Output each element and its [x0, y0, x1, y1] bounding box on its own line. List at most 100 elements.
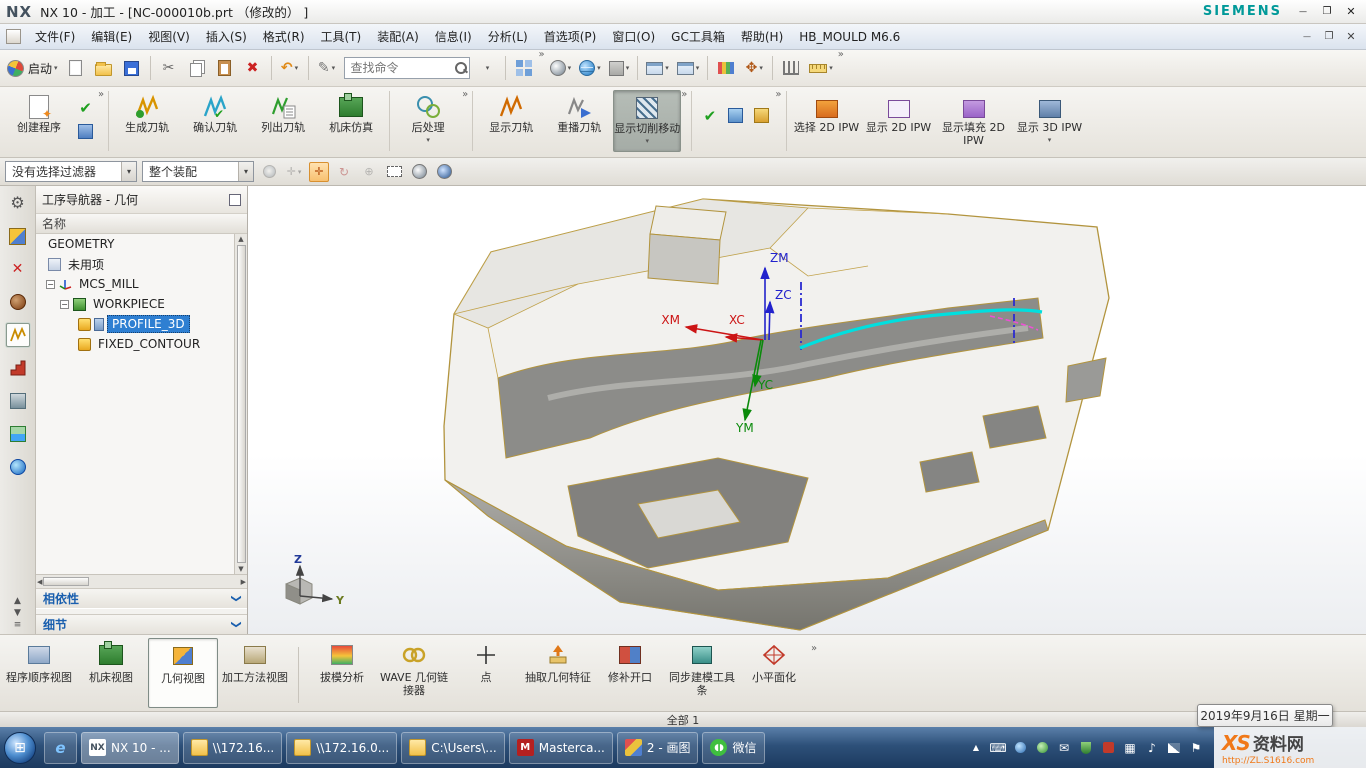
scroll-down-chevron[interactable]: ▼ [14, 608, 21, 618]
point-snap-button[interactable]: ✛ [309, 162, 329, 182]
web-browser-icon[interactable] [6, 455, 30, 479]
tree-row-workpiece[interactable]: WORKPIECE [36, 294, 247, 314]
tree-horizontal-scrollbar[interactable]: ◀ ▶ [36, 574, 247, 588]
assembly-navigator-icon[interactable] [6, 224, 30, 248]
menu-analysis[interactable]: 分析(L) [480, 25, 536, 48]
synchronous-modeling-button[interactable]: 同步建模工具条 [667, 638, 737, 708]
start-menu-button[interactable]: 启动 [4, 54, 61, 82]
scroll-thumb[interactable] [43, 577, 89, 586]
machine-tool-view-button[interactable]: 机床视图 [76, 638, 146, 708]
show-2d-ipw-button[interactable]: 显示 2D IPW [863, 90, 935, 152]
menu-file[interactable]: 文件(F) [27, 25, 83, 48]
move-object-button[interactable]: ✥ [741, 54, 767, 82]
cut-button[interactable]: ✂ [156, 54, 182, 82]
group-overflow[interactable] [681, 90, 687, 100]
doc-minimize-button[interactable] [1300, 30, 1314, 44]
menu-edit[interactable]: 编辑(E) [83, 25, 140, 48]
menu-insert[interactable]: 插入(S) [198, 25, 255, 48]
tray-icon-shield[interactable] [1078, 740, 1094, 756]
collapse-toggle[interactable] [60, 300, 69, 309]
name-column-header[interactable]: 名称 [36, 214, 247, 234]
scroll-up-arrow[interactable]: ▲ [238, 235, 243, 243]
save-button[interactable] [119, 54, 145, 82]
measure-button[interactable] [806, 54, 836, 82]
repeat-command-button[interactable]: ✎ [314, 54, 340, 82]
orient-view-button[interactable] [643, 54, 672, 82]
extract-geometry-button[interactable]: 抽取几何特征 [523, 638, 593, 708]
machine-sim-button[interactable]: 机床仿真 [317, 90, 385, 152]
tree-row-profile-3d[interactable]: PROFILE_3D [36, 314, 247, 334]
scroll-up-chevron[interactable]: ▲ [14, 596, 21, 606]
menu-assemblies[interactable]: 装配(A) [369, 25, 427, 48]
generate-toolpath-button[interactable]: 生成刀轨 [113, 90, 181, 152]
create-program-button[interactable]: 创建程序 [5, 90, 73, 152]
copy-button[interactable] [184, 54, 210, 82]
geometry-view-button[interactable]: 几何视图 [148, 638, 218, 708]
facet-body-button[interactable]: 小平面化 [739, 638, 809, 708]
patch-opening-button[interactable]: 修补开口 [595, 638, 665, 708]
highlight-related-button[interactable] [259, 162, 279, 182]
machine-tool-navigator-icon[interactable] [6, 356, 30, 380]
toolbar-overflow[interactable] [838, 50, 844, 60]
work-section-button[interactable] [434, 162, 454, 182]
select-2d-ipw-button[interactable]: 选择 2D IPW [791, 90, 863, 152]
selection-scope-dropdown[interactable]: 整个装配 [142, 161, 254, 182]
part-navigator-icon[interactable] [6, 290, 30, 314]
handle-button[interactable]: ⊕ [359, 162, 379, 182]
undo-button[interactable]: ↶ [277, 54, 303, 82]
gouge-check-button[interactable] [752, 106, 771, 125]
taskbar-explorer-button-1[interactable]: \\172.16... [183, 732, 283, 764]
volume-tray-icon[interactable]: ♪ [1144, 740, 1160, 756]
program-order-view-button[interactable]: 程序顺序视图 [4, 638, 74, 708]
group-overflow[interactable] [98, 90, 104, 100]
fit-view-button[interactable] [674, 54, 703, 82]
panel-unpin-button[interactable] [229, 194, 241, 206]
display-color-button[interactable] [606, 54, 633, 82]
tree-row-unused[interactable]: 未用项 [36, 254, 247, 274]
taskbar-paint-button[interactable]: 2 - 画图 [617, 732, 699, 764]
menu-help[interactable]: 帮助(H) [733, 25, 791, 48]
snap-options-button[interactable]: ✛ [284, 162, 304, 182]
window-layout-button[interactable] [511, 54, 537, 82]
render-style-button[interactable] [547, 54, 575, 82]
open-button[interactable] [91, 54, 117, 82]
tray-icon-blue[interactable] [1012, 740, 1028, 756]
scroll-right-arrow[interactable]: ▶ [241, 578, 246, 586]
collapse-toggle[interactable] [46, 280, 55, 289]
minimize-button[interactable] [1296, 5, 1310, 19]
operation-navigator-icon[interactable] [6, 323, 30, 347]
taskbar-mastercam-button[interactable]: M Masterca... [509, 732, 613, 764]
dependencies-section[interactable]: 相依性 [36, 588, 247, 608]
bottombar-overflow[interactable] [811, 644, 817, 654]
overflow-indicator[interactable] [539, 50, 545, 60]
object-display-button[interactable] [713, 54, 739, 82]
find-options-button[interactable] [474, 54, 500, 82]
group-overflow[interactable] [462, 90, 468, 100]
taskbar-explorer-button-2[interactable]: \\172.16.0... [286, 732, 397, 764]
graphics-window[interactable]: ZM ZC XM XC YC YM Z Y [248, 186, 1366, 634]
show-hidden-icons-chevron[interactable]: ▲ [968, 740, 984, 756]
background-button[interactable] [576, 54, 604, 82]
menu-information[interactable]: 信息(I) [427, 25, 480, 48]
scroll-down-arrow[interactable]: ▼ [238, 565, 243, 573]
network-tray-icon[interactable] [1166, 740, 1182, 756]
tray-icon-mail[interactable]: ✉ [1056, 740, 1072, 756]
show-toolpath-button[interactable]: 显示刀轨 [477, 90, 545, 152]
tree-row-mcs-mill[interactable]: MCS_MILL [36, 274, 247, 294]
tree-row-geometry[interactable]: GEOMETRY [36, 234, 247, 254]
toolpath-report-button[interactable] [726, 106, 745, 125]
doc-restore-button[interactable] [1322, 30, 1336, 44]
constraint-navigator-icon[interactable]: ✕ [6, 257, 30, 281]
menu-view[interactable]: 视图(V) [140, 25, 198, 48]
verify-toolpath-button[interactable]: ✔ 确认刀轨 [181, 90, 249, 152]
selection-filter-dropdown[interactable]: 没有选择过滤器 [5, 161, 137, 182]
machining-method-view-button[interactable]: 加工方法视图 [220, 638, 290, 708]
find-command-input[interactable] [351, 61, 455, 75]
toolpath-check-button[interactable]: ✔ [700, 106, 719, 125]
3d-model-canvas[interactable]: ZM ZC XM XC YC YM Z Y [248, 186, 1366, 634]
taskbar-explorer-button-3[interactable]: C:\Users\... [401, 732, 505, 764]
details-section[interactable]: 细节 [36, 614, 247, 634]
tray-icon-green[interactable] [1034, 740, 1050, 756]
create-geometry-button[interactable] [76, 122, 95, 141]
show-cut-moves-button[interactable]: 显示切削移动 [613, 90, 681, 152]
